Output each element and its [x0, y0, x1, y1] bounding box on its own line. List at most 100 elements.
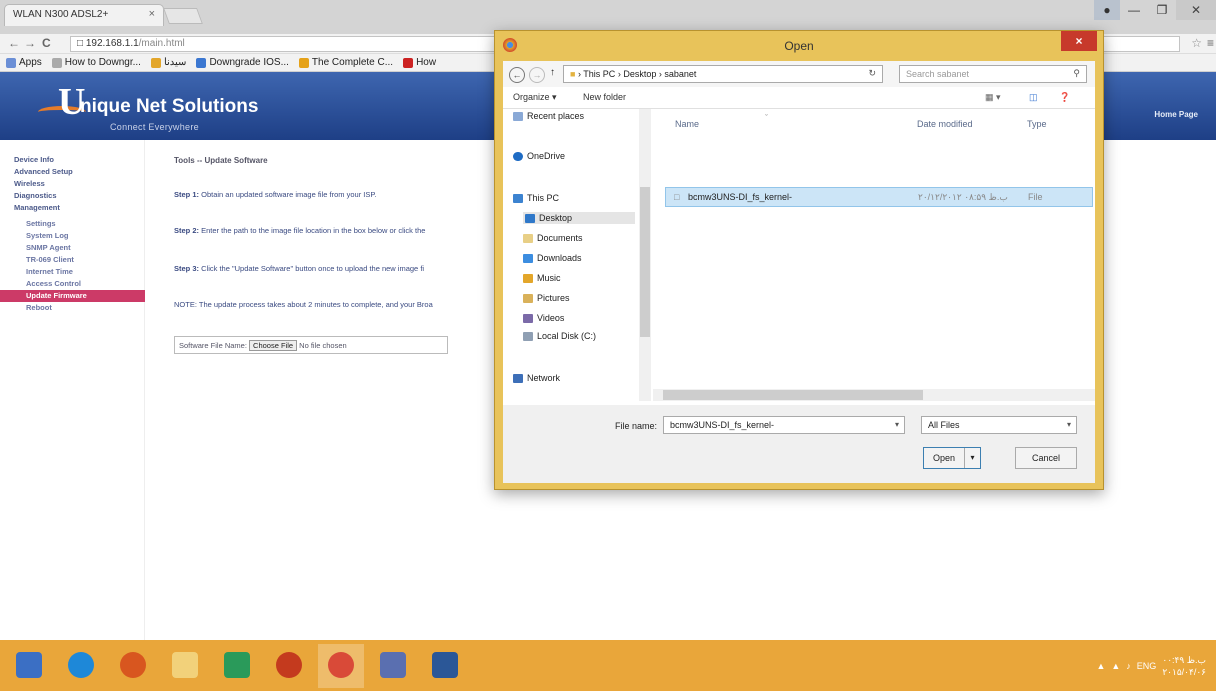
dialog-forward-icon[interactable]: → [529, 67, 545, 83]
browser-tab[interactable]: WLAN N300 ADSL2+ × [4, 4, 164, 26]
maximize-icon[interactable]: ❐ [1148, 0, 1176, 20]
file-row[interactable]: □ bcmw3UNS-DI_fs_kernel- ۲۰/۱۲/۲۰۱۲ ب.ظ … [665, 187, 1093, 207]
sidebar-item[interactable]: Update Firmware [0, 290, 145, 302]
taskbar-ie[interactable] [58, 644, 104, 688]
sidebar-item[interactable]: Management [0, 202, 145, 214]
forward-icon[interactable]: → [24, 36, 36, 50]
tray-up-arrow-icon[interactable]: ▲ [1096, 661, 1105, 671]
dialog-titlebar[interactable]: Open × [495, 31, 1103, 61]
taskbar-explorer[interactable] [162, 644, 208, 688]
sidebar-item[interactable]: Settings [0, 218, 145, 230]
sidebar-item[interactable]: SNMP Agent [0, 242, 145, 254]
path-this-pc[interactable]: This PC [583, 69, 615, 79]
column-date-modified[interactable]: Date modified [917, 119, 973, 129]
step-1: Step 1: Obtain an updated software image… [174, 190, 377, 199]
bookmark-item[interactable]: How to Downgr... [51, 56, 141, 69]
taskbar-firefox[interactable] [110, 644, 156, 688]
file-type-select[interactable]: All Files ▾ [921, 416, 1077, 434]
file-list-scrollbar[interactable] [653, 389, 1095, 401]
taskbar-mail[interactable] [370, 644, 416, 688]
open-button[interactable]: Open ▾ [923, 447, 981, 469]
internet-explorer-icon [68, 651, 94, 678]
downloads-icon [523, 253, 533, 263]
cancel-button[interactable]: Cancel [1015, 447, 1077, 469]
nav-desktop[interactable]: Desktop [523, 212, 635, 224]
back-icon[interactable]: ← [8, 36, 20, 50]
network-status-icon[interactable]: ▲ [1111, 661, 1120, 671]
file-name-input[interactable]: bcmw3UNS-DI_fs_kernel- ▾ [663, 416, 905, 434]
dialog-path-box[interactable]: ■ › This PC › Desktop › sabanet ↻ [563, 65, 883, 83]
column-name[interactable]: Name [675, 119, 699, 129]
new-folder-button[interactable]: New folder [583, 92, 626, 102]
path-sabanet[interactable]: sabanet [664, 69, 696, 79]
sidebar-item[interactable]: Internet Time [0, 266, 145, 278]
language-indicator[interactable]: ENG [1137, 661, 1157, 671]
bookmark-icon [403, 57, 414, 68]
refresh-icon[interactable]: ↻ [868, 68, 876, 79]
nav-pictures[interactable]: Pictures [523, 293, 570, 303]
minimize-icon[interactable]: — [1120, 0, 1148, 20]
url-host: 192.168.1.1 [85, 38, 139, 49]
sidebar-item[interactable]: Reboot [0, 302, 145, 314]
nav-scroll-thumb[interactable] [640, 187, 650, 337]
music-icon [523, 273, 533, 283]
nav-network[interactable]: Network [513, 373, 560, 383]
recent-places-icon [513, 111, 523, 121]
dialog-search-input[interactable]: Search sabanet ⚲ [899, 65, 1087, 83]
dialog-up-icon[interactable]: ↑ [550, 67, 555, 78]
bookmark-item[interactable]: The Complete C... [298, 56, 393, 69]
path-desktop[interactable]: Desktop [623, 69, 656, 79]
bookmark-item[interactable]: Downgrade IOS... [196, 56, 289, 69]
reload-icon[interactable]: C [42, 36, 51, 50]
nav-this-pc[interactable]: This PC [513, 193, 559, 203]
nav-music[interactable]: Music [523, 273, 561, 283]
nav-downloads[interactable]: Downloads [523, 253, 582, 263]
browser-close-icon[interactable]: ✕ [1176, 0, 1216, 20]
sidebar-item[interactable]: System Log [0, 230, 145, 242]
home-page-link[interactable]: Home Page [1154, 110, 1198, 119]
preview-pane-icon[interactable]: ◫ [1029, 92, 1038, 103]
bookmark-icon [298, 57, 309, 68]
profile-icon[interactable]: ● [1094, 0, 1120, 20]
bookmark-item[interactable]: سيدنا [150, 56, 186, 69]
drive-icon [523, 331, 533, 341]
column-type[interactable]: Type [1027, 119, 1047, 129]
dialog-close-icon[interactable]: × [1061, 31, 1097, 51]
taskbar-opera[interactable] [266, 644, 312, 688]
nav-documents[interactable]: Documents [523, 233, 583, 243]
nav-videos[interactable]: Videos [523, 313, 564, 323]
nav-onedrive[interactable]: OneDrive [513, 151, 565, 161]
bookmark-label: Downgrade IOS... [209, 57, 289, 68]
bookmark-item[interactable]: Apps [6, 56, 42, 69]
dialog-back-icon[interactable]: ← [509, 67, 525, 83]
sidebar-item[interactable]: Advanced Setup [0, 166, 145, 178]
nav-local-disk[interactable]: Local Disk (C:) [523, 331, 596, 341]
sidebar-item[interactable]: TR-069 Client [0, 254, 145, 266]
chrome-menu-icon[interactable]: ≡ [1207, 36, 1214, 50]
taskbar-chrome[interactable] [318, 643, 364, 688]
volume-icon[interactable]: ♪ [1126, 661, 1131, 671]
update-note: NOTE: The update process takes about 2 m… [174, 300, 433, 309]
word-icon [432, 651, 458, 678]
clock[interactable]: ۰۰:۴۹ ب.ظ ۲۰۱۵/۰۴/۰۶ [1162, 654, 1206, 678]
nav-recent-places[interactable]: Recent places [513, 111, 584, 121]
bookmark-star-icon[interactable]: ☆ [1191, 36, 1202, 50]
view-options-icon[interactable]: ▦ ▾ [985, 92, 1001, 103]
help-icon[interactable]: ❓ [1059, 92, 1070, 103]
sidebar-item[interactable]: Diagnostics [0, 190, 145, 202]
file-list-scroll-thumb[interactable] [663, 390, 923, 400]
sidebar-item[interactable]: Wireless [0, 178, 145, 190]
nav-scrollbar[interactable] [639, 109, 651, 401]
bookmark-item[interactable]: How [403, 56, 436, 69]
new-tab-button[interactable] [163, 8, 203, 24]
open-options-arrow-icon[interactable]: ▾ [964, 448, 980, 468]
tab-close-icon[interactable]: × [149, 8, 155, 20]
taskbar-word[interactable] [422, 644, 468, 688]
choose-file-button[interactable]: Choose File [249, 340, 298, 351]
organize-menu[interactable]: Organize ▾ [513, 92, 557, 103]
taskbar-store[interactable] [214, 644, 260, 688]
file-name-dropdown-icon[interactable]: ▾ [895, 420, 899, 429]
sidebar-item[interactable]: Device Info [0, 154, 145, 166]
sidebar-item[interactable]: Access Control [0, 278, 145, 290]
start-button[interactable] [6, 644, 52, 688]
